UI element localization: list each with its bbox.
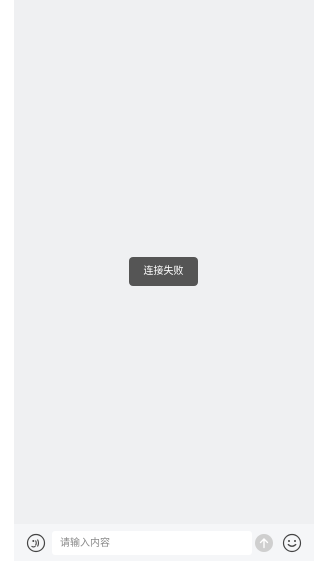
message-input-wrapper [52, 531, 252, 556]
voice-face-button[interactable] [25, 532, 47, 554]
voice-face-icon [26, 533, 46, 553]
send-button[interactable] [255, 534, 273, 552]
arrow-up-icon [255, 534, 273, 552]
message-input[interactable] [52, 531, 240, 556]
message-list[interactable]: 连接失败 [14, 0, 314, 524]
connection-failed-toast: 连接失败 [129, 257, 198, 286]
emoji-button[interactable] [281, 532, 303, 554]
chat-screen: 连接失败 [14, 0, 314, 561]
smiley-icon [282, 533, 302, 553]
composer-bar [14, 524, 314, 561]
